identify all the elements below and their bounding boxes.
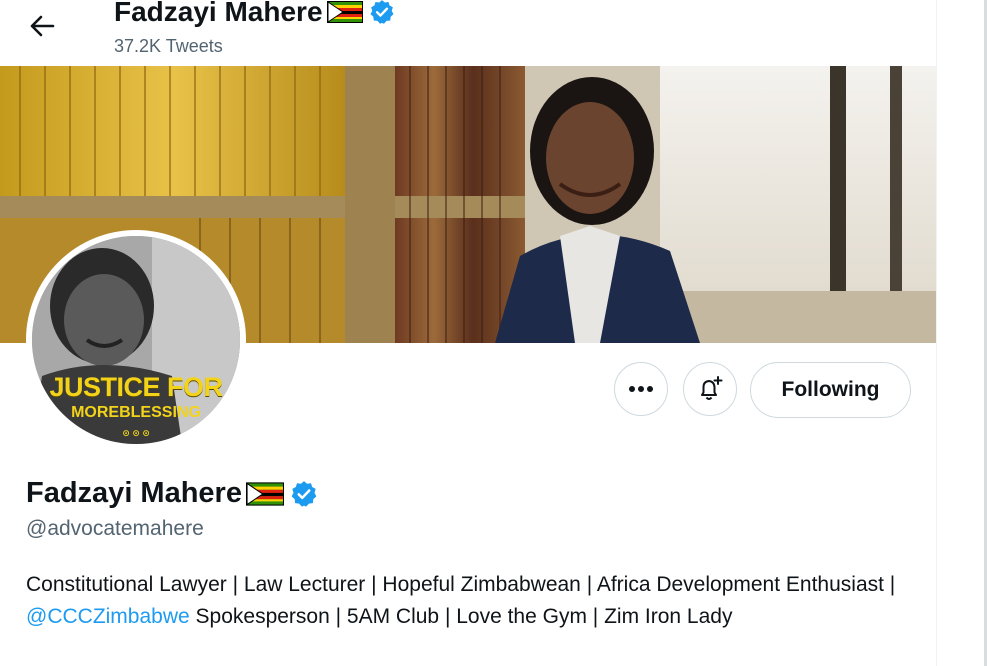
tweet-count: 37.2K Tweets: [114, 36, 223, 56]
back-button[interactable]: [24, 8, 60, 44]
bio-text-part2: Spokesperson | 5AM Club | Love the Gym |…: [189, 605, 733, 628]
header-title: Fadzayi Mahere: [114, 0, 395, 28]
header-name-text: Fadzayi Mahere: [114, 0, 323, 27]
notifications-button[interactable]: [683, 362, 737, 416]
profile-bio: Constitutional Lawyer | Law Lecturer | H…: [26, 569, 906, 633]
bio-text-part1: Constitutional Lawyer | Law Lecturer | H…: [26, 573, 896, 596]
zimbabwe-flag-icon: [326, 1, 363, 23]
back-arrow-icon: [30, 15, 55, 37]
profile-column: Fadzayi Mahere 37.2K Tweets JUSTICE FOR …: [0, 0, 936, 666]
profile-name-text: Fadzayi Mahere: [26, 477, 242, 509]
more-options-button[interactable]: [614, 362, 668, 416]
following-button[interactable]: Following: [750, 362, 911, 418]
profile-avatar[interactable]: JUSTICE FOR MOREBLESSING ⊙ ⊙ ⊙: [26, 230, 246, 450]
more-horizontal-icon: [629, 386, 653, 392]
verified-badge-icon: [291, 480, 317, 507]
avatar-caption-line1: JUSTICE FOR: [49, 372, 223, 402]
profile-handle: @advocatemahere: [26, 517, 204, 540]
column-divider: [936, 0, 937, 666]
profile-header: Fadzayi Mahere 37.2K Tweets: [0, 0, 936, 66]
profile-name: Fadzayi Mahere: [26, 477, 318, 510]
verified-badge-icon: [370, 0, 394, 24]
avatar-caption-line2: MOREBLESSING: [71, 404, 201, 421]
bell-plus-icon: [701, 376, 723, 400]
zimbabwe-flag-icon: [245, 481, 284, 506]
bio-mention-link[interactable]: @CCCZimbabwe: [26, 605, 190, 628]
avatar-image: JUSTICE FOR MOREBLESSING ⊙ ⊙ ⊙: [32, 236, 240, 444]
avatar-caption-line3: ⊙ ⊙ ⊙: [122, 428, 150, 438]
